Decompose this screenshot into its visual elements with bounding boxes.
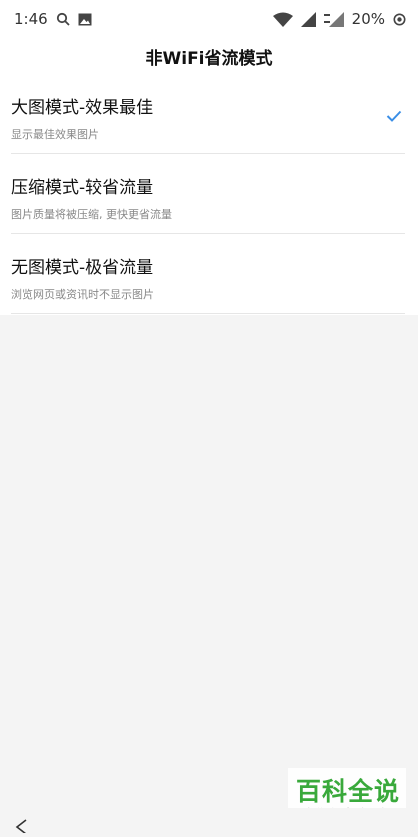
wifi-icon [272,12,293,27]
option-title: 无图模式-极省流量 [11,258,154,278]
option-compressed-mode[interactable]: 压缩模式-较省流量 图片质量将被压缩, 更快更省流量 [0,154,418,234]
option-no-image-mode[interactable]: 无图模式-极省流量 浏览网页或资讯时不显示图片 [0,234,418,314]
divider [11,313,405,314]
location-icon [393,13,406,26]
battery-text: 20% [351,10,385,28]
page-title: 非WiFi省流模式 [145,48,273,69]
status-time: 1:46 [14,10,48,28]
status-bar: 1:46 20% [0,0,418,38]
option-subtitle: 浏览网页或资讯时不显示图片 [11,288,154,301]
search-icon [56,12,70,26]
option-large-image-mode[interactable]: 大图模式-效果最佳 显示最佳效果图片 [0,74,418,154]
signal-icon [300,11,316,27]
watermark-main-text: 百科全说 [296,777,401,806]
back-icon[interactable] [14,818,28,837]
status-right: 20% [272,10,406,28]
nav-bar [0,808,418,835]
signal-4g-icon [323,11,344,27]
image-icon [78,13,92,26]
option-subtitle: 图片质量将被压缩, 更快更省流量 [11,208,172,221]
mode-option-list: 大图模式-效果最佳 显示最佳效果图片 压缩模式-较省流量 图片质量将被压缩, 更… [0,74,418,315]
option-subtitle: 显示最佳效果图片 [11,128,99,141]
option-title: 大图模式-效果最佳 [11,98,154,118]
status-left: 1:46 [14,10,92,28]
page-header: 非WiFi省流模式 [0,38,418,74]
check-icon [386,107,402,126]
option-title: 压缩模式-较省流量 [11,178,154,198]
